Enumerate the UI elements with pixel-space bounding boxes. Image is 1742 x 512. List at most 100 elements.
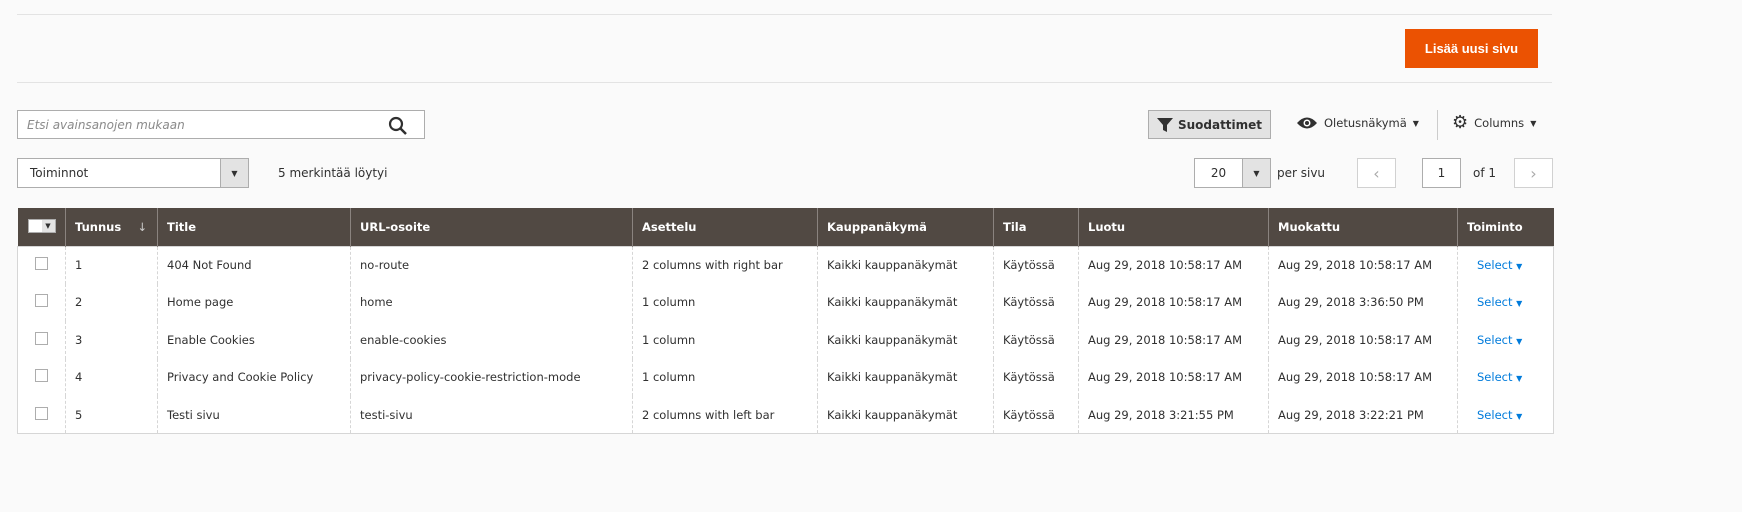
row-checkbox-cell bbox=[17, 283, 66, 321]
caret-down-icon: ▼ bbox=[1516, 299, 1523, 309]
search-icon[interactable] bbox=[388, 116, 408, 136]
per-page-label: per sivu bbox=[1277, 166, 1326, 180]
cell-store-view: Kaikki kauppanäkymät bbox=[817, 283, 994, 321]
header-layout[interactable]: Asettelu bbox=[632, 208, 818, 246]
row-checkbox-cell bbox=[17, 321, 66, 359]
per-page-select[interactable]: 20 ▼ bbox=[1194, 158, 1271, 188]
header-tunnus[interactable]: Tunnus ↓ bbox=[65, 208, 158, 246]
select-action-link[interactable]: Select ▼ bbox=[1467, 408, 1522, 422]
caret-down-icon: ▼ bbox=[1516, 336, 1523, 346]
cell-store-view: Kaikki kauppanäkymät bbox=[817, 358, 994, 396]
cell-url: home bbox=[350, 283, 633, 321]
cell-status: Käytössä bbox=[993, 321, 1079, 359]
cell-url: no-route bbox=[350, 246, 633, 284]
cell-action: Select ▼ bbox=[1457, 246, 1554, 284]
cell-created: Aug 29, 2018 10:58:17 AM bbox=[1078, 246, 1269, 284]
cell-status: Käytössä bbox=[993, 396, 1079, 434]
cell-id: 5 bbox=[65, 396, 158, 434]
cell-id: 3 bbox=[65, 321, 158, 359]
cell-layout: 1 column bbox=[632, 358, 818, 396]
cell-layout: 2 columns with right bar bbox=[632, 246, 818, 284]
cell-action: Select ▼ bbox=[1457, 321, 1554, 359]
view-dropdown[interactable]: Oletusnäkymä ▼ bbox=[1296, 116, 1419, 130]
cell-layout: 1 column bbox=[632, 321, 818, 359]
caret-down-icon: ▼ bbox=[1516, 411, 1523, 421]
caret-down-icon: ▼ bbox=[1530, 118, 1537, 128]
cell-status: Käytössä bbox=[993, 358, 1079, 396]
cell-id: 1 bbox=[65, 246, 158, 284]
caret-down-icon: ▼ bbox=[1516, 262, 1523, 271]
divider bbox=[17, 82, 1552, 83]
search-input[interactable] bbox=[18, 111, 368, 138]
cell-action: Select ▼ bbox=[1457, 358, 1554, 396]
cell-url: enable-cookies bbox=[350, 321, 633, 359]
header-action: Toiminto bbox=[1457, 208, 1554, 246]
cell-id: 4 bbox=[65, 358, 158, 396]
cell-title: 404 Not Found bbox=[157, 246, 351, 284]
caret-down-icon: ▼ bbox=[1516, 374, 1523, 384]
row-checkbox[interactable] bbox=[35, 406, 48, 420]
divider bbox=[17, 14, 1552, 15]
divider bbox=[1437, 110, 1438, 140]
cell-action: Select ▼ bbox=[1457, 283, 1554, 321]
cell-title: Privacy and Cookie Policy bbox=[157, 358, 351, 396]
columns-label: Columns bbox=[1474, 116, 1525, 130]
filter-icon bbox=[1156, 117, 1173, 132]
page-input[interactable]: 1 bbox=[1422, 158, 1461, 188]
filters-label: Suodattimet bbox=[1177, 117, 1263, 132]
cell-modified: Aug 29, 2018 10:58:17 AM bbox=[1268, 358, 1458, 396]
filters-button[interactable]: Suodattimet bbox=[1148, 110, 1271, 139]
next-page-button[interactable]: › bbox=[1514, 158, 1553, 188]
cell-title: Home page bbox=[157, 283, 351, 321]
cell-created: Aug 29, 2018 3:21:55 PM bbox=[1078, 396, 1269, 434]
table-row[interactable]: 3 Enable Cookies enable-cookies 1 column Kai… bbox=[17, 321, 1554, 359]
cell-modified: Aug 29, 2018 10:58:17 AM bbox=[1268, 246, 1458, 284]
cell-status: Käytössä bbox=[993, 283, 1079, 321]
search-box bbox=[17, 110, 425, 139]
page-count: of 1 bbox=[1473, 166, 1497, 180]
table-row[interactable]: 4 Privacy and Cookie Policy privacy-policy… bbox=[17, 358, 1554, 396]
cell-title: Enable Cookies bbox=[157, 321, 351, 359]
row-checkbox-cell bbox=[17, 246, 66, 284]
cell-created: Aug 29, 2018 10:58:17 AM bbox=[1078, 358, 1269, 396]
select-action-link[interactable]: Select ▼ bbox=[1467, 333, 1522, 347]
row-checkbox[interactable] bbox=[35, 369, 48, 383]
header-status[interactable]: Tila bbox=[993, 208, 1079, 246]
select-action-link[interactable]: Select ▼ bbox=[1467, 258, 1522, 272]
select-action-link[interactable]: Select ▼ bbox=[1467, 370, 1522, 384]
per-page-value: 20 bbox=[1210, 166, 1227, 180]
caret-down-icon: ▼ bbox=[1242, 159, 1270, 187]
cell-modified: Aug 29, 2018 10:58:17 AM bbox=[1268, 321, 1458, 359]
prev-page-button[interactable]: ‹ bbox=[1357, 158, 1396, 188]
cell-store-view: Kaikki kauppanäkymät bbox=[817, 246, 994, 284]
cell-action: Select ▼ bbox=[1457, 396, 1554, 434]
gear-icon: ⚙ bbox=[1452, 112, 1469, 133]
columns-dropdown[interactable]: ⚙ Columns ▼ bbox=[1452, 112, 1537, 133]
select-action-link[interactable]: Select ▼ bbox=[1467, 295, 1522, 309]
caret-down-icon: ▼ bbox=[1412, 118, 1419, 128]
row-checkbox[interactable] bbox=[35, 257, 48, 270]
table-row[interactable]: 2 Home page home 1 column Kaikki kauppanäkym… bbox=[17, 283, 1554, 321]
records-found: 5 merkintää löytyi bbox=[278, 166, 388, 180]
actions-label: Toiminnot bbox=[30, 166, 89, 180]
pages-grid: ▼ Tunnus ↓ Title URL-osoite Asettelu Kaup… bbox=[17, 208, 1554, 434]
cell-layout: 1 column bbox=[632, 283, 818, 321]
mass-select[interactable]: ▼ bbox=[17, 208, 66, 246]
header-url[interactable]: URL-osoite bbox=[350, 208, 633, 246]
table-row[interactable]: 1 404 Not Found no-route 2 columns with rig… bbox=[17, 246, 1554, 284]
row-checkbox[interactable] bbox=[35, 331, 48, 345]
table-row[interactable]: 5 Testi sivu testi-sivu 2 columns with left… bbox=[17, 396, 1554, 434]
add-new-page-button[interactable]: Lisää uusi sivu bbox=[1405, 29, 1538, 68]
header-title[interactable]: Title bbox=[157, 208, 351, 246]
cell-store-view: Kaikki kauppanäkymät bbox=[817, 321, 994, 359]
header-created[interactable]: Luotu bbox=[1078, 208, 1269, 246]
cell-url: testi-sivu bbox=[350, 396, 633, 434]
cell-status: Käytössä bbox=[993, 246, 1079, 284]
header-store-view[interactable]: Kauppanäkymä bbox=[817, 208, 994, 246]
row-checkbox[interactable] bbox=[35, 294, 48, 308]
header-modified[interactable]: Muokattu bbox=[1268, 208, 1458, 246]
actions-select[interactable]: Toiminnot ▼ bbox=[17, 158, 249, 188]
cell-created: Aug 29, 2018 10:58:17 AM bbox=[1078, 283, 1269, 321]
sort-arrow-icon: ↓ bbox=[137, 219, 147, 234]
row-checkbox-cell bbox=[17, 396, 66, 434]
